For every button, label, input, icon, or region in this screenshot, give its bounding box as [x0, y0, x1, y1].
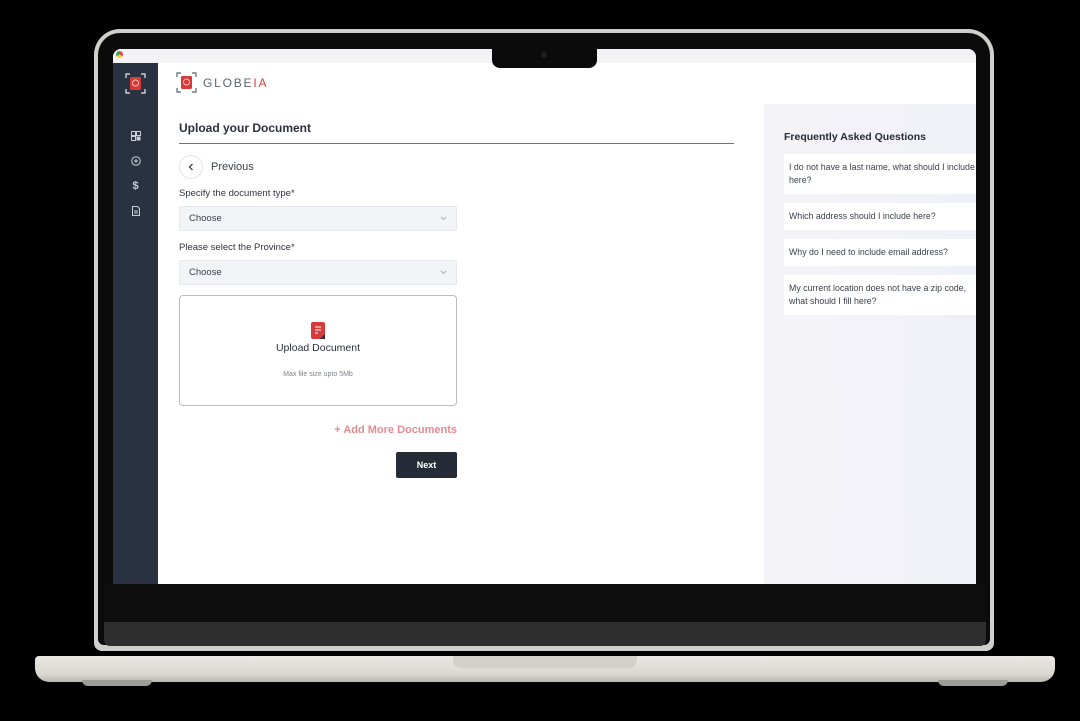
sidebar-item-dashboard[interactable]	[113, 123, 158, 148]
faq-panel: Frequently Asked Questions I do not have…	[764, 104, 976, 584]
upload-dropzone[interactable]: Upload Document Max file size upto 5Mb	[179, 295, 457, 406]
faq-title: Frequently Asked Questions	[784, 131, 926, 143]
document-type-value: Choose	[189, 213, 222, 224]
brand-name-prefix: GLOBE	[203, 75, 254, 90]
next-button[interactable]: Next	[396, 452, 457, 478]
next-row: Next	[179, 452, 457, 478]
sidebar-nav: $	[113, 123, 158, 223]
dollar-icon: $	[132, 179, 139, 192]
faq-item[interactable]: Which address should I include here?	[784, 203, 976, 230]
upload-hint: Max file size upto 5Mb	[283, 371, 353, 378]
add-circle-icon	[130, 155, 141, 166]
brand-name-accent: IA	[253, 75, 269, 90]
brand-name: GLOBEIA	[203, 76, 268, 90]
camera-icon	[541, 52, 547, 58]
screen: $ GLOBEIA Upload your Document Previous …	[113, 49, 976, 584]
previous-link[interactable]: Previous	[179, 155, 734, 179]
laptop-hinge	[104, 622, 986, 646]
faq-list: I do not have a last name, what should I…	[784, 154, 976, 324]
brand-header: GLOBEIA	[176, 72, 268, 93]
chevron-down-icon	[440, 270, 447, 275]
chevron-down-icon	[440, 216, 447, 221]
upload-document-icon	[311, 322, 325, 339]
previous-label[interactable]: Previous	[211, 161, 254, 173]
sidebar-item-add[interactable]	[113, 148, 158, 173]
faq-item[interactable]: I do not have a last name, what should I…	[784, 154, 976, 194]
lid-opening-notch	[453, 656, 637, 668]
laptop-base	[35, 656, 1055, 682]
province-select[interactable]: Choose	[179, 260, 457, 285]
page-title: Upload your Document	[179, 121, 312, 135]
sidebar: $	[113, 63, 158, 584]
laptop-foot-right	[938, 680, 1008, 686]
camera-notch	[492, 49, 597, 68]
dashboard-icon	[130, 130, 141, 141]
add-more-documents-link[interactable]: + Add More Documents	[179, 424, 457, 436]
title-divider	[179, 143, 734, 144]
upload-title: Upload Document	[275, 342, 361, 354]
sidebar-item-payments[interactable]: $	[113, 173, 158, 198]
globeia-logo-icon[interactable]	[176, 72, 197, 93]
laptop-foot-left	[82, 680, 152, 686]
faq-item[interactable]: My current location does not have a zip …	[784, 275, 976, 315]
sidebar-item-documents[interactable]	[113, 198, 158, 223]
province-value: Choose	[189, 267, 222, 278]
document-type-label: Specify the document type*	[179, 188, 295, 199]
upload-form: Upload your Document Previous Specify th…	[179, 121, 734, 478]
document-type-select[interactable]: Choose	[179, 206, 457, 231]
browser-favicon-icon	[116, 51, 123, 58]
previous-button[interactable]	[179, 155, 203, 179]
province-label: Please select the Province*	[179, 242, 295, 253]
faq-item[interactable]: Why do I need to include email address?	[784, 239, 976, 266]
chevron-left-icon	[188, 163, 193, 171]
document-icon	[131, 205, 140, 216]
screen-bottom-bezel	[104, 584, 986, 622]
globeia-logo-icon[interactable]	[125, 73, 146, 94]
